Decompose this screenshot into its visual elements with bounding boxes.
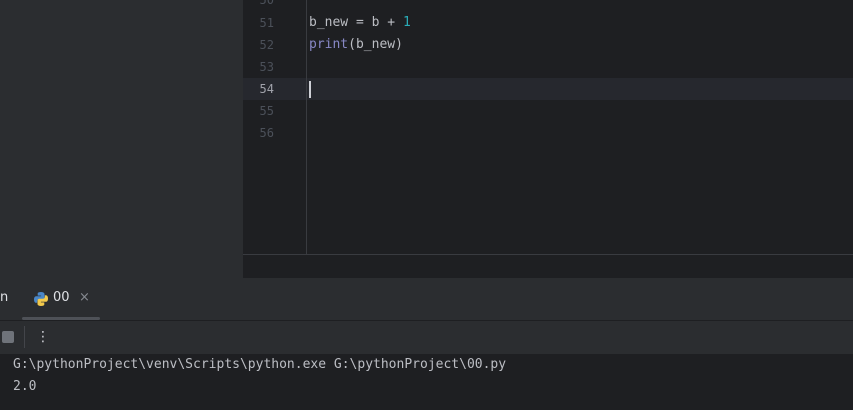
- line-number: 50: [259, 0, 274, 7]
- stop-icon[interactable]: [2, 331, 14, 343]
- run-tool-window: n 00 × ⋮ G:\pythonProject\venv\Scripts\p…: [0, 278, 853, 410]
- toolbar-divider: [24, 326, 25, 348]
- console-output[interactable]: G:\pythonProject\venv\Scripts\python.exe…: [0, 354, 853, 410]
- code-token: (b_new): [348, 37, 403, 52]
- code-token: = b +: [348, 15, 403, 30]
- line-number: 51: [259, 16, 274, 30]
- line-number: 56: [259, 126, 274, 140]
- more-vertical-icon[interactable]: ⋮: [36, 326, 50, 348]
- line-number: 53: [259, 60, 274, 74]
- code-number: 1: [402, 15, 411, 30]
- line-number: 55: [259, 104, 274, 118]
- run-tab-bar: n 00 ×: [0, 278, 853, 321]
- code-line[interactable]: print(b_new): [309, 34, 403, 56]
- text-caret: [309, 81, 311, 98]
- tab-partial-label[interactable]: n: [0, 290, 8, 305]
- line-number: 52: [259, 38, 274, 52]
- editor-status-strip: [243, 254, 853, 279]
- line-number-gutter: 50 51 52 53 54 55 56: [243, 0, 307, 254]
- tab-label: 00: [53, 290, 70, 305]
- current-line-highlight: [243, 78, 853, 100]
- project-panel: [0, 0, 243, 278]
- code-editor[interactable]: 50 51 52 53 54 55 56 b_new = b + 1 print…: [243, 0, 853, 279]
- console-line: G:\pythonProject\venv\Scripts\python.exe…: [13, 357, 507, 372]
- python-icon: [34, 292, 48, 306]
- code-line[interactable]: b_new = b + 1: [309, 12, 411, 34]
- close-icon[interactable]: ×: [79, 290, 90, 305]
- run-toolbar: [0, 320, 853, 354]
- line-number-current: 54: [259, 82, 274, 96]
- tab-run-00[interactable]: 00 ×: [22, 278, 100, 320]
- code-function: print: [309, 37, 349, 52]
- console-line: 2.0: [13, 379, 37, 394]
- code-token: b_new: [309, 15, 349, 30]
